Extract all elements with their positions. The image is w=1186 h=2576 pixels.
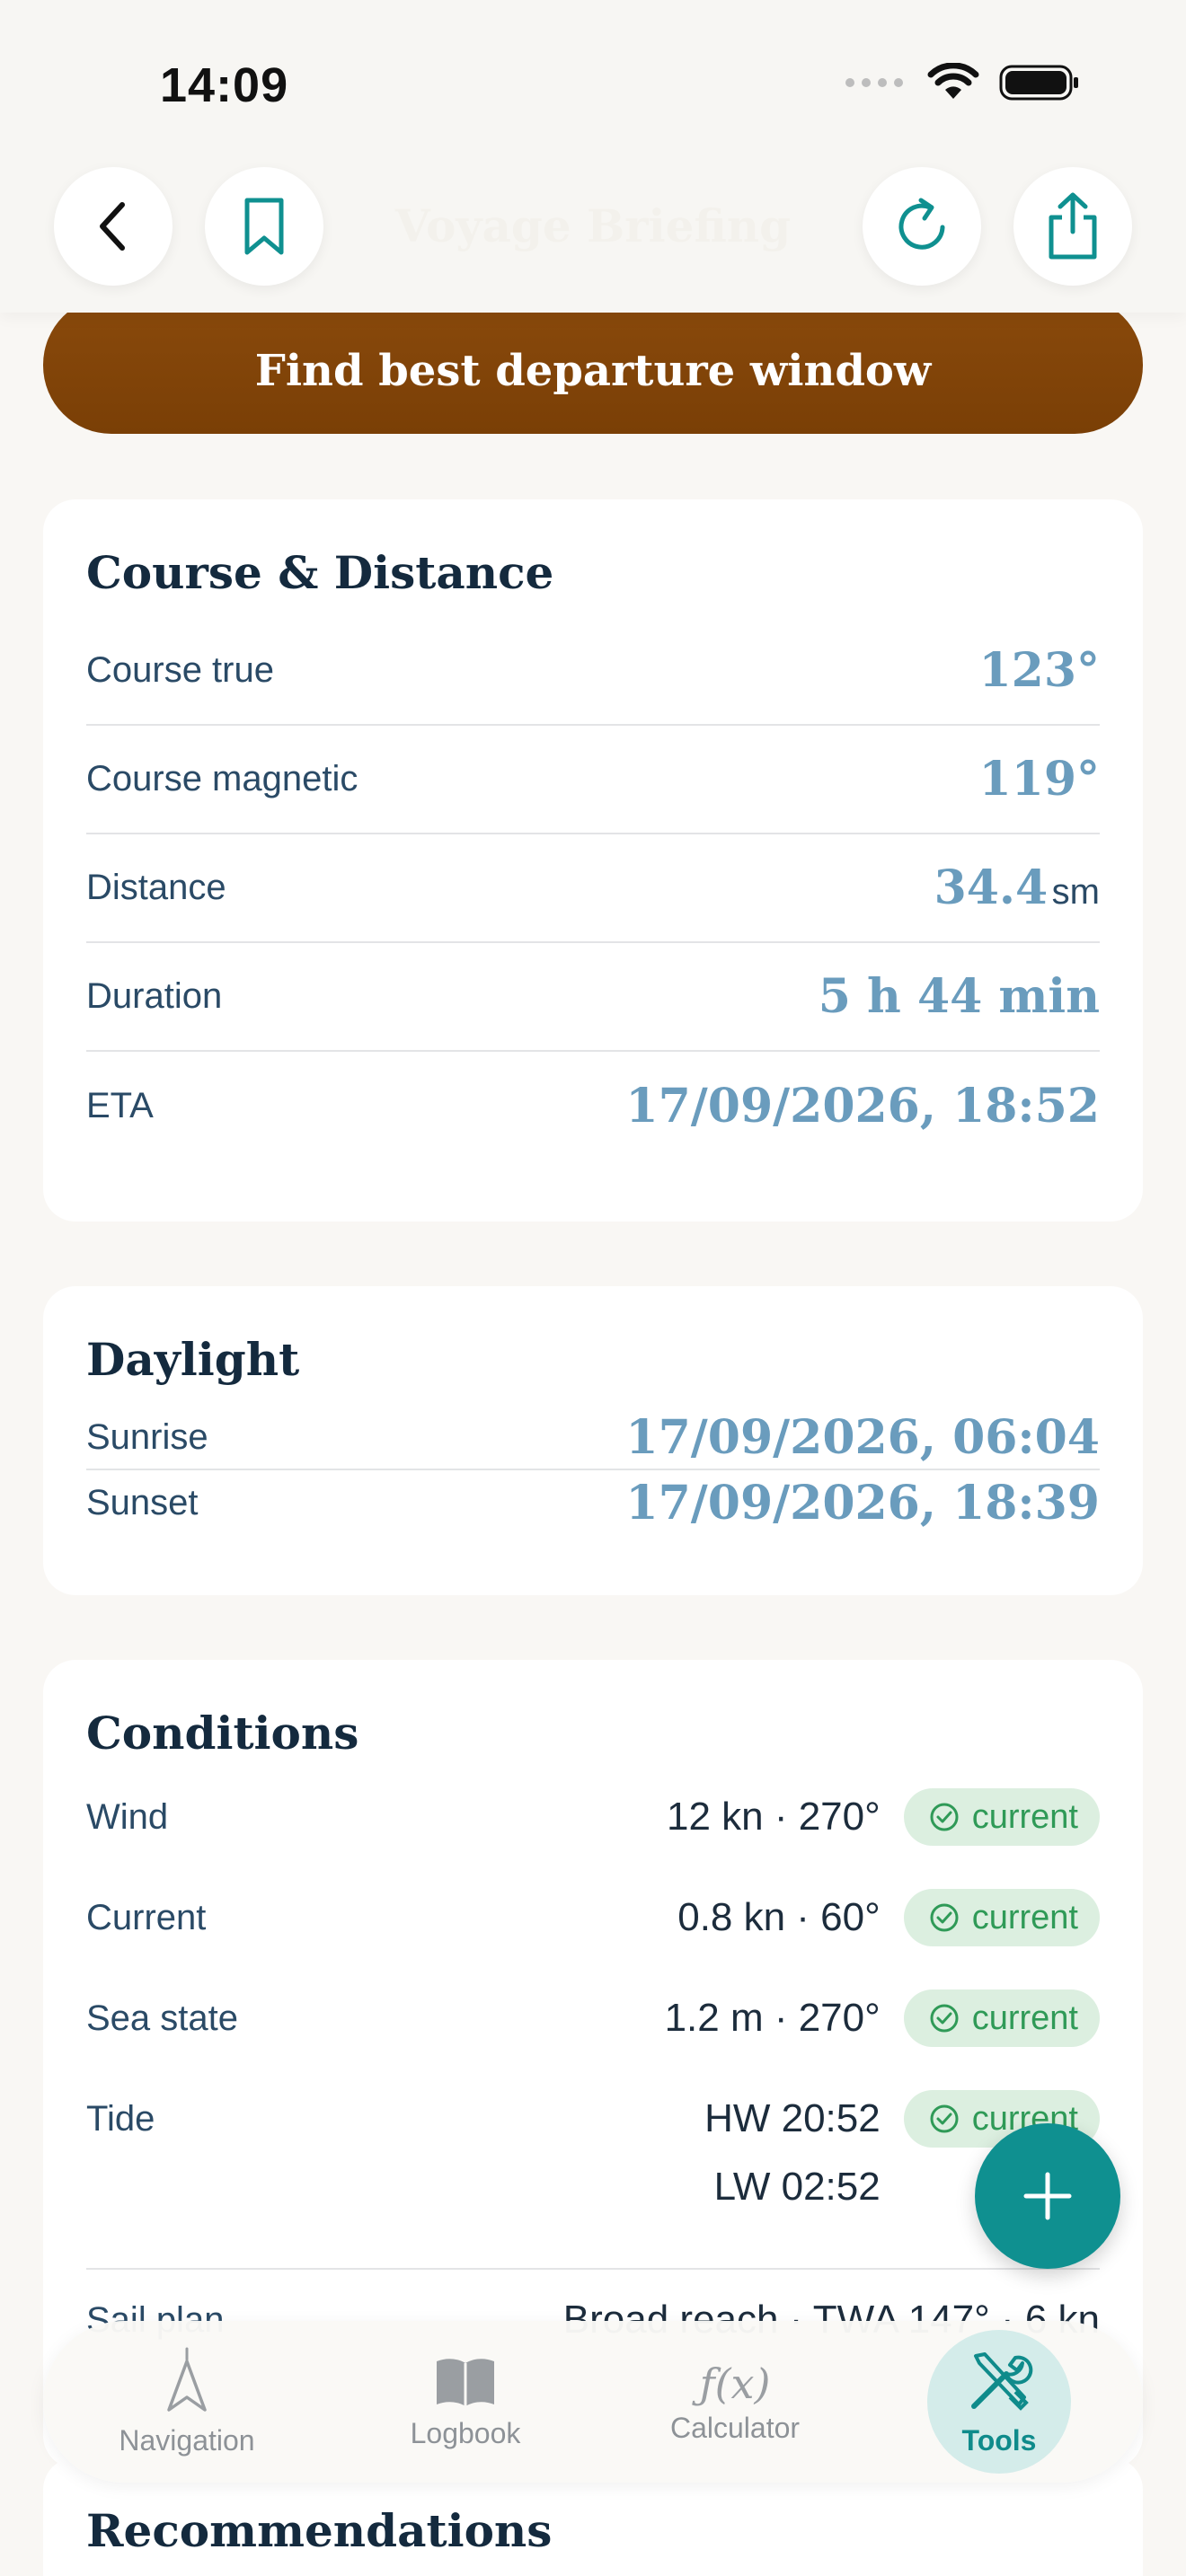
badge-label: current	[971, 1797, 1078, 1836]
nav-label: Navigation	[119, 2423, 255, 2457]
nav-item-tools[interactable]: Tools	[927, 2330, 1071, 2474]
share-icon	[1049, 192, 1097, 260]
badge-label: current	[971, 1898, 1078, 1936]
tide-row: Tide HW 20:52 LW 02:52 current	[86, 2085, 1100, 2270]
row-value: 5 h 44 min	[818, 969, 1100, 1024]
page-title: Voyage Briefing	[394, 199, 792, 252]
current-row: Current 0.8 kn · 60° current	[86, 1883, 1100, 1984]
status-time: 14:09	[160, 58, 289, 112]
check-circle-icon	[930, 1803, 959, 1831]
find-departure-window-button[interactable]: Find best departure window	[43, 296, 1143, 434]
row-label: Tide	[86, 2099, 155, 2139]
refresh-button[interactable]	[863, 167, 981, 286]
current-badge: current	[903, 1788, 1100, 1846]
eta-row: ETA 17/09/2026, 18:52	[86, 1052, 1100, 1160]
distance-value-group: 34.4 sm	[934, 860, 1100, 915]
row-label: Sunset	[86, 1482, 199, 1522]
row-value: 0.8 kn · 60°	[677, 1895, 881, 1939]
sunset-row: Sunset 17/09/2026, 18:39	[86, 1470, 1100, 1535]
course-distance-card: Course & Distance Course true 123° Cours…	[43, 499, 1143, 1222]
row-value: 1.2 m · 270°	[664, 1996, 881, 2040]
distance-row: Distance 34.4 sm	[86, 834, 1100, 943]
chevron-left-icon	[100, 202, 125, 251]
nav-label: Tools	[961, 2423, 1037, 2457]
plus-icon	[1023, 2172, 1072, 2220]
bookmark-icon	[244, 198, 284, 255]
row-value: 12 kn · 270°	[666, 1795, 881, 1839]
check-circle-icon	[930, 1903, 959, 1932]
status-icons	[845, 63, 1080, 102]
row-value: 17/09/2026, 18:52	[625, 1079, 1100, 1134]
course-card-title: Course & Distance	[86, 546, 554, 599]
add-button[interactable]	[975, 2123, 1120, 2269]
daylight-card: Daylight Sunrise 17/09/2026, 06:04 Sunse…	[43, 1286, 1143, 1595]
book-icon	[437, 2358, 494, 2406]
row-label: ETA	[86, 1086, 154, 1125]
row-label: Distance	[86, 868, 226, 907]
check-circle-icon	[930, 2104, 959, 2133]
back-button[interactable]	[54, 167, 173, 286]
distance-unit: sm	[1051, 872, 1100, 912]
row-label: Sunrise	[86, 1416, 208, 1457]
high-water-value: HW 20:52	[704, 2096, 881, 2140]
sunrise-row: Sunrise 17/09/2026, 06:04	[86, 1406, 1100, 1470]
bottom-nav: Navigation Logbook ƒ(x) Calculator Tools	[43, 2321, 1143, 2483]
nav-label: Calculator	[669, 2411, 801, 2444]
row-label: Current	[86, 1898, 207, 1937]
row-label: Course magnetic	[86, 759, 358, 798]
sea-state-row: Sea state 1.2 m · 270° current	[86, 1984, 1100, 2085]
low-water-value: LW 02:52	[713, 2165, 881, 2209]
row-value: 17/09/2026, 18:39	[625, 1475, 1100, 1531]
row-label: Duration	[86, 976, 223, 1016]
wind-row: Wind 12 kn · 270° current	[86, 1783, 1100, 1883]
conditions-card-title: Conditions	[86, 1707, 359, 1760]
refresh-icon	[898, 198, 945, 250]
current-badge: current	[903, 1889, 1100, 1946]
nav-label: Logbook	[410, 2416, 521, 2449]
share-button[interactable]	[1013, 167, 1132, 286]
function-icon: ƒ(x)	[699, 2359, 771, 2408]
row-label: Wind	[86, 1797, 169, 1837]
row-label: Sea state	[86, 1998, 239, 2038]
row-value: 119°	[978, 752, 1100, 807]
current-badge: current	[903, 1989, 1100, 2047]
battery-icon	[999, 65, 1078, 101]
bookmark-button[interactable]	[205, 167, 323, 286]
top-bar: 14:09 Voyage Briefing	[0, 0, 1186, 313]
wifi-icon	[927, 63, 979, 99]
row-value: 34.4	[934, 860, 1049, 915]
duration-row: Duration 5 h 44 min	[86, 943, 1100, 1052]
row-value: 123°	[978, 643, 1100, 698]
check-circle-icon	[930, 2004, 959, 2033]
tools-icon	[971, 2351, 1033, 2411]
recommendations-card-title: Recommendations	[86, 2504, 553, 2557]
row-label: Course true	[86, 650, 274, 690]
nav-item-logbook[interactable]: Logbook	[376, 2330, 555, 2474]
course-true-row: Course true 123°	[86, 617, 1100, 726]
badge-label: current	[971, 1998, 1078, 2037]
navigation-arrow-icon	[167, 2347, 207, 2412]
course-magnetic-row: Course magnetic 119°	[86, 726, 1100, 834]
nav-item-navigation[interactable]: Navigation	[88, 2330, 286, 2474]
row-value: 17/09/2026, 06:04	[625, 1409, 1100, 1465]
cellular-signal-icon	[845, 78, 903, 87]
daylight-card-title: Daylight	[86, 1333, 300, 1386]
nav-item-calculator[interactable]: ƒ(x) Calculator	[645, 2330, 825, 2474]
